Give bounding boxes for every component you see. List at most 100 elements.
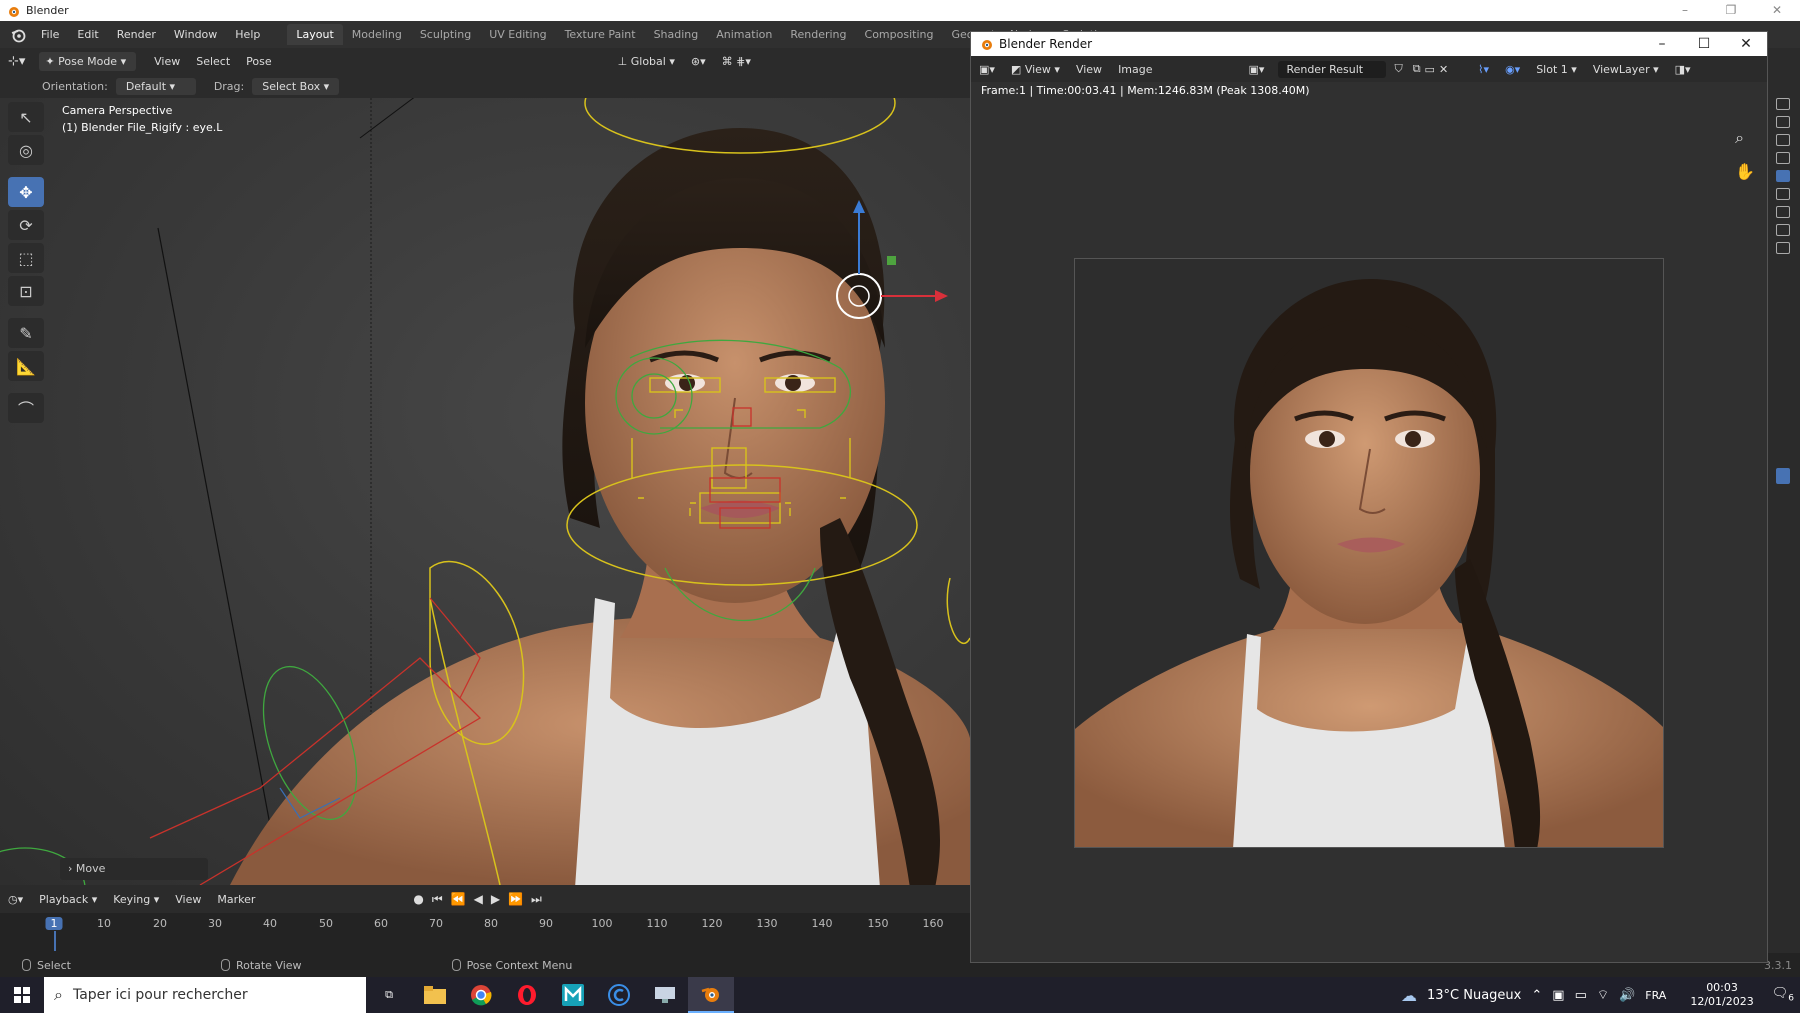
menu-playback[interactable]: Playback ▾ (31, 893, 105, 906)
menu-image[interactable]: Image (1110, 63, 1160, 76)
menu-keying[interactable]: Keying ▾ (105, 893, 167, 906)
battery-icon[interactable]: ▭ (1575, 988, 1587, 1003)
scene-properties-icon[interactable] (1776, 152, 1790, 164)
last-operator-panel[interactable]: › Move (60, 858, 208, 880)
tab-texture-paint[interactable]: Texture Paint (556, 24, 645, 45)
menu-view[interactable]: View (146, 55, 188, 68)
pivot-icon[interactable]: ⊛▾ (683, 55, 714, 68)
tab-uv-editing[interactable]: UV Editing (480, 24, 555, 45)
render-close-button[interactable]: ✕ (1725, 32, 1767, 56)
task-view-icon[interactable]: ⧉ (366, 977, 412, 1013)
tab-modeling[interactable]: Modeling (343, 24, 411, 45)
meet-now-icon[interactable]: ▣ (1552, 988, 1564, 1003)
timeline-editor-icon[interactable]: ◷▾ (0, 893, 31, 906)
play-reverse-button[interactable]: ◀ (474, 892, 483, 907)
render-properties-icon[interactable] (1776, 98, 1790, 110)
relax-pose-tool[interactable]: ⌒ (8, 393, 44, 423)
restore-button[interactable]: ❐ (1708, 0, 1754, 21)
menu-select[interactable]: Select (188, 55, 238, 68)
measure-tool[interactable]: 📐 (8, 351, 44, 381)
menu-marker[interactable]: Marker (209, 893, 263, 906)
zoom-magnifier-icon[interactable]: ⌕ (1735, 128, 1755, 148)
display-channels-icon[interactable]: ◨▾ (1667, 63, 1699, 76)
object-properties-icon[interactable] (1776, 188, 1790, 200)
menu-pose[interactable]: Pose (238, 55, 279, 68)
tab-compositing[interactable]: Compositing (856, 24, 943, 45)
particle-properties-icon[interactable] (1776, 224, 1790, 236)
close-button[interactable]: ✕ (1754, 0, 1800, 21)
menu-render-view[interactable]: View (1068, 63, 1110, 76)
ccleaner-icon[interactable] (596, 977, 642, 1013)
render-maximize-button[interactable]: ☐ (1683, 32, 1725, 56)
view-layer-properties-icon[interactable] (1776, 134, 1790, 146)
clock[interactable]: 00:03 12/01/2023 (1690, 981, 1753, 1009)
weather-text[interactable]: 13°C Nuageux (1427, 988, 1521, 1003)
cursor-tool[interactable]: ◎ (8, 135, 44, 165)
pan-hand-icon[interactable]: ✋ (1735, 162, 1755, 181)
menu-window[interactable]: Window (165, 28, 226, 41)
jump-start-button[interactable]: ⏮ (432, 892, 443, 907)
duplicate-image-icon[interactable]: ⧉ (1411, 62, 1423, 76)
volume-icon[interactable]: 🔊 (1619, 988, 1635, 1003)
chrome-icon[interactable] (458, 977, 504, 1013)
view-layer-dropdown[interactable]: ViewLayer ▾ (1585, 63, 1667, 76)
jump-keyframe-forward-button[interactable]: ⏩ (508, 892, 523, 907)
image-browse-icon[interactable]: ▣▾ (1241, 63, 1273, 76)
tab-animation[interactable]: Animation (707, 24, 781, 45)
physics-properties-icon[interactable] (1776, 242, 1790, 254)
notifications-icon[interactable]: 🗨6 (1772, 986, 1794, 1004)
unlink-image-icon[interactable]: ✕ (1437, 63, 1450, 76)
timeline-area[interactable]: 1 10 20 30 40 50 60 70 80 90 100 110 120… (0, 913, 970, 953)
drag-dropdown[interactable]: Select Box ▾ (252, 77, 340, 95)
minimize-button[interactable]: – (1662, 0, 1708, 21)
tab-sculpting[interactable]: Sculpting (411, 24, 480, 45)
rotate-tool[interactable]: ⟳ (8, 210, 44, 240)
menu-edit[interactable]: Edit (68, 28, 107, 41)
current-frame-indicator[interactable]: 1 (45, 917, 63, 930)
jump-end-button[interactable]: ⏭ (531, 892, 542, 907)
jump-keyframe-back-button[interactable]: ⏪ (451, 892, 466, 907)
weather-cloud-icon[interactable]: ☁ (1401, 986, 1417, 1005)
file-explorer-icon[interactable] (412, 977, 458, 1013)
image-view-mode-icon[interactable]: ◩ View ▾ (1003, 63, 1068, 76)
blender-taskbar-icon[interactable] (688, 977, 734, 1013)
taskbar-search-box[interactable]: ⌕ Taper ici pour rechercher (44, 977, 366, 1013)
editor-type-icon[interactable]: ⊹▾ (0, 54, 33, 69)
transform-tool[interactable]: ⊡ (8, 276, 44, 306)
opera-icon[interactable] (504, 977, 550, 1013)
play-button[interactable]: ▶ (491, 892, 500, 907)
menu-timeline-view[interactable]: View (167, 893, 209, 906)
image-name-field[interactable]: Render Result (1278, 60, 1387, 78)
tab-shading[interactable]: Shading (645, 24, 708, 45)
language-indicator[interactable]: FRA (1645, 989, 1666, 1002)
chevron-up-icon[interactable]: ⌃ (1531, 988, 1542, 1003)
fake-user-shield-icon[interactable]: ⛉ (1386, 62, 1410, 76)
remote-desktop-icon[interactable] (642, 977, 688, 1013)
move-tool[interactable]: ✥ (8, 177, 44, 207)
world-properties-icon[interactable] (1776, 170, 1790, 182)
select-box-tool[interactable]: ↖ (8, 102, 44, 132)
blender-menu-icon[interactable] (10, 27, 26, 43)
modifier-properties-icon[interactable] (1776, 206, 1790, 218)
properties-scroll-thumb[interactable] (1776, 468, 1790, 484)
slot-dropdown[interactable]: Slot 1 ▾ (1528, 63, 1585, 76)
start-button[interactable] (0, 977, 44, 1013)
snap-icon[interactable]: ⌘ ⋕▾ (714, 55, 759, 68)
menu-help[interactable]: Help (226, 28, 269, 41)
record-icon[interactable]: ● (413, 892, 423, 907)
render-canvas[interactable]: ⌕ ✋ (971, 100, 1767, 962)
tab-layout[interactable]: Layout (287, 24, 343, 45)
sample-tool-icon[interactable]: ⌇▾ (1470, 63, 1497, 76)
menu-render[interactable]: Render (108, 28, 165, 41)
open-image-folder-icon[interactable]: ▭ (1423, 63, 1437, 76)
render-minimize-button[interactable]: – (1641, 32, 1683, 56)
overlay-icon[interactable]: ◉▾ (1497, 63, 1528, 76)
mail-app-icon[interactable] (550, 977, 596, 1013)
scale-tool[interactable]: ⬚ (8, 243, 44, 273)
menu-file[interactable]: File (32, 28, 68, 41)
3d-viewport[interactable]: Camera Perspective (1) Blender File_Rigi… (0, 98, 970, 885)
orientation-dropdown[interactable]: Default ▾ (115, 77, 196, 95)
wifi-icon[interactable]: ⌔ (1597, 987, 1609, 1003)
image-editor-type-icon[interactable]: ▣▾ (971, 63, 1003, 76)
output-properties-icon[interactable] (1776, 116, 1790, 128)
